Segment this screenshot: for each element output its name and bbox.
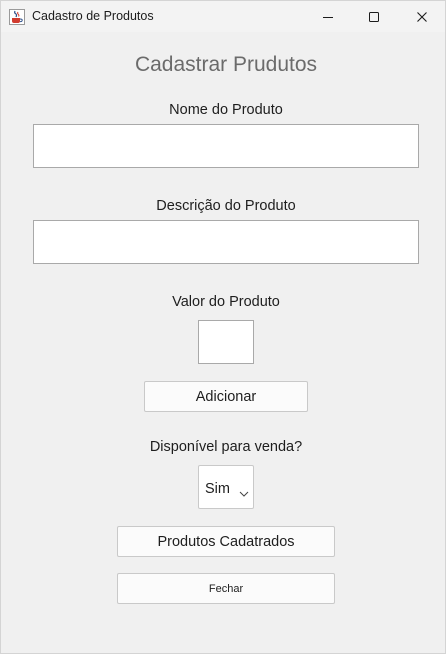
close-button[interactable]: Fechar: [117, 573, 335, 604]
close-window-button[interactable]: [399, 1, 445, 32]
product-name-field[interactable]: [33, 124, 419, 168]
app-window: Cadastro de Produtos Cadastrar Prudutos …: [0, 0, 446, 654]
add-button[interactable]: Adicionar: [144, 381, 308, 412]
minimize-icon: [322, 11, 334, 23]
available-for-sale-select[interactable]: Sim: [198, 465, 254, 509]
title-bar[interactable]: Cadastro de Produtos: [1, 1, 445, 32]
product-description-field[interactable]: [33, 220, 419, 264]
chevron-down-icon: [239, 485, 249, 501]
maximize-button[interactable]: [351, 1, 397, 32]
close-icon: [416, 11, 428, 23]
product-description-label: Descrição do Produto: [156, 198, 296, 214]
product-price-label: Valor do Produto: [172, 294, 280, 310]
minimize-button[interactable]: [305, 1, 351, 32]
maximize-icon: [368, 11, 380, 23]
available-for-sale-label: Disponível para venda?: [149, 439, 303, 455]
product-name-label: Nome do Produto: [169, 102, 283, 118]
available-for-sale-value: Sim: [205, 481, 230, 497]
product-price-field[interactable]: [198, 320, 254, 364]
java-cup-icon: [9, 9, 25, 25]
page-title: Cadastrar Prudutos: [134, 53, 318, 76]
window-title: Cadastro de Produtos: [32, 9, 154, 23]
registered-products-button[interactable]: Produtos Cadatrados: [117, 526, 335, 557]
